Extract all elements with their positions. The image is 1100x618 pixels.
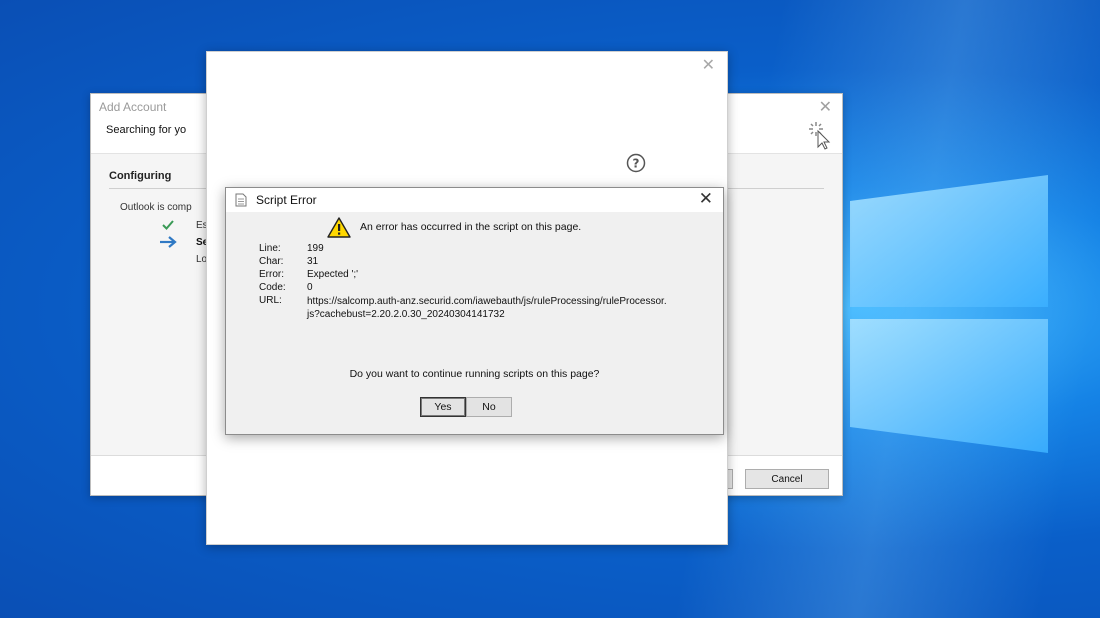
- svg-text:?: ?: [633, 157, 640, 171]
- add-account-subtitle: Searching for yo: [106, 124, 187, 136]
- line-value: 199: [307, 243, 324, 254]
- no-button[interactable]: No: [466, 397, 512, 417]
- add-account-title: Add Account: [99, 100, 167, 114]
- error-message: An error has occurred in the script on t…: [360, 221, 582, 233]
- cancel-button[interactable]: Cancel: [745, 469, 829, 489]
- busy-cursor-icon: [809, 122, 831, 150]
- line-label: Line:: [259, 243, 281, 254]
- error-value: Expected ';': [307, 269, 359, 280]
- code-label: Code:: [259, 282, 286, 293]
- code-value: 0: [307, 282, 313, 293]
- arrow-right-icon: [160, 236, 177, 248]
- yes-button[interactable]: Yes: [420, 397, 466, 417]
- add-account-close-icon[interactable]: ✕: [819, 97, 832, 117]
- continue-question: Do you want to continue running scripts …: [349, 368, 600, 380]
- url-value: https://salcomp.auth-anz.securid.com/iaw…: [307, 296, 667, 320]
- section-title: Configuring: [109, 170, 172, 182]
- document-icon: [235, 193, 247, 207]
- configuring-description: Outlook is comp: [120, 202, 192, 213]
- warning-icon: [327, 217, 351, 238]
- help-icon[interactable]: ?: [626, 153, 646, 173]
- char-label: Char:: [259, 256, 284, 267]
- dialog-title: Script Error: [256, 193, 317, 207]
- dialog-titlebar: Script Error ✕: [226, 188, 723, 212]
- error-label: Error:: [259, 269, 284, 280]
- char-value: 31: [307, 256, 319, 267]
- windows-logo: [850, 175, 1048, 453]
- script-error-dialog: Script Error ✕ An error has occurred in …: [225, 187, 724, 435]
- web-window-close-icon[interactable]: ✕: [702, 55, 715, 75]
- url-label: URL:: [259, 295, 282, 306]
- dialog-close-icon[interactable]: ✕: [699, 189, 713, 209]
- checkmark-icon: [162, 220, 174, 230]
